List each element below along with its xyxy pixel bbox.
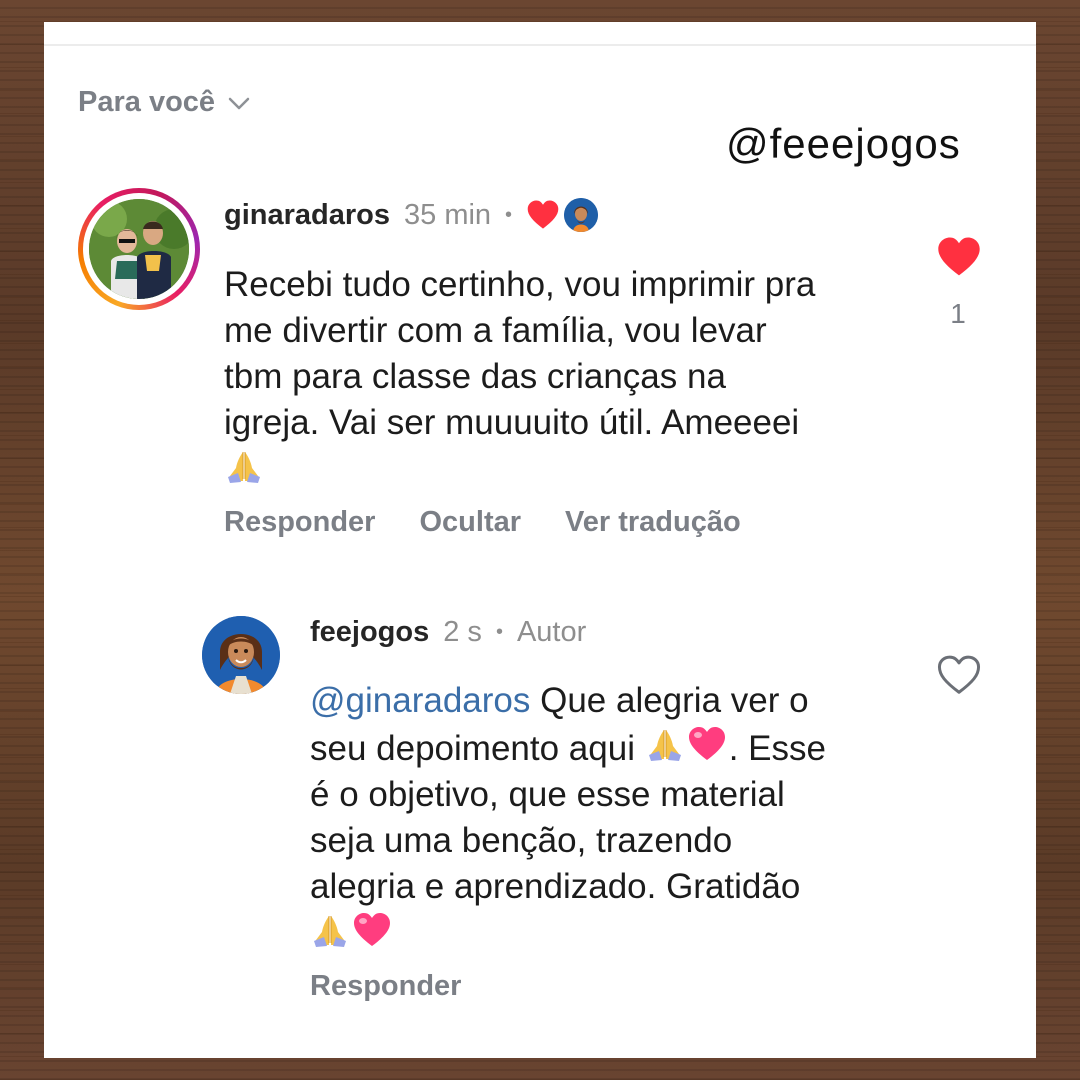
praying-hands-icon [310,910,350,950]
reply-line-emoji [310,910,920,958]
comment-time: 35 min [404,198,492,231]
reply-line: é o objetivo, que esse material [310,775,785,814]
reply-line: @ginaradaros Que alegria ver o [310,678,920,724]
heart-icon[interactable] [936,236,982,278]
pink-heart-icon [685,724,729,764]
comment-line-emoji [224,446,914,494]
feed-filter-dropdown[interactable]: Para você [78,86,253,119]
reply-time: 2 s [443,616,482,648]
reply-line: alegria e aprendizado. Gratidão [310,867,801,906]
avatar-feejogos[interactable] [202,616,280,694]
comments-card: Para você @feeejogos ginaradaros 35 min … [44,22,1036,1058]
reply-button[interactable]: Responder [310,970,461,1003]
reply-text: seu depoimento aqui [310,729,645,768]
hide-button[interactable]: Ocultar [419,506,521,539]
author-badge: Autor [516,616,587,648]
comment-author[interactable]: ginaradaros [224,199,390,232]
comment-body: Recebi tudo certinho, vou imprimir pra m… [224,262,914,494]
reply-line: seja uma benção, trazendo [310,821,733,860]
heart-outline-icon[interactable] [936,654,982,696]
profile-photo [89,199,189,299]
comment-actions: Responder Ocultar Ver tradução [224,506,741,539]
comment-line: me divertir com a família, vou levar [224,311,767,350]
reply-text: Que alegria ver o [530,681,809,720]
jesus-avatar-icon [564,198,599,232]
feed-filter-label: Para você [78,86,216,118]
divider [44,44,1036,46]
avatar-ginaradaros[interactable] [78,188,200,310]
reply-button[interactable]: Responder [224,506,375,539]
creator-liked-indicator [526,198,599,232]
comment-line: igreja. Vai ser muuuuito útil. Ameeeei [224,403,800,442]
like-count: 1 [950,298,966,329]
separator-dot: • [505,203,513,226]
heart-icon [527,200,559,229]
comment-line: Recebi tudo certinho, vou imprimir pra [224,265,816,304]
mention-link[interactable]: @ginaradaros [310,681,530,720]
praying-hands-icon [224,446,264,486]
translate-button[interactable]: Ver tradução [565,506,741,539]
comment-line: tbm para classe das crianças na [224,357,726,396]
pink-heart-icon [350,910,394,950]
reply-actions: Responder [310,970,461,1003]
chevron-down-icon [228,97,250,109]
praying-hands-icon [645,724,685,764]
reply-line: seu depoimento aqui . Esse [310,724,920,772]
comment-header: ginaradaros 35 min • [224,198,599,232]
watermark-handle: @feeejogos [726,120,961,167]
reply-body: @ginaradaros Que alegria ver o seu depoi… [310,678,920,958]
reply-text: . Esse [728,729,826,768]
reply-header: feejogos 2 s • Autor [310,616,586,649]
separator-dot: • [495,621,503,643]
reply-author[interactable]: feejogos [310,616,429,649]
